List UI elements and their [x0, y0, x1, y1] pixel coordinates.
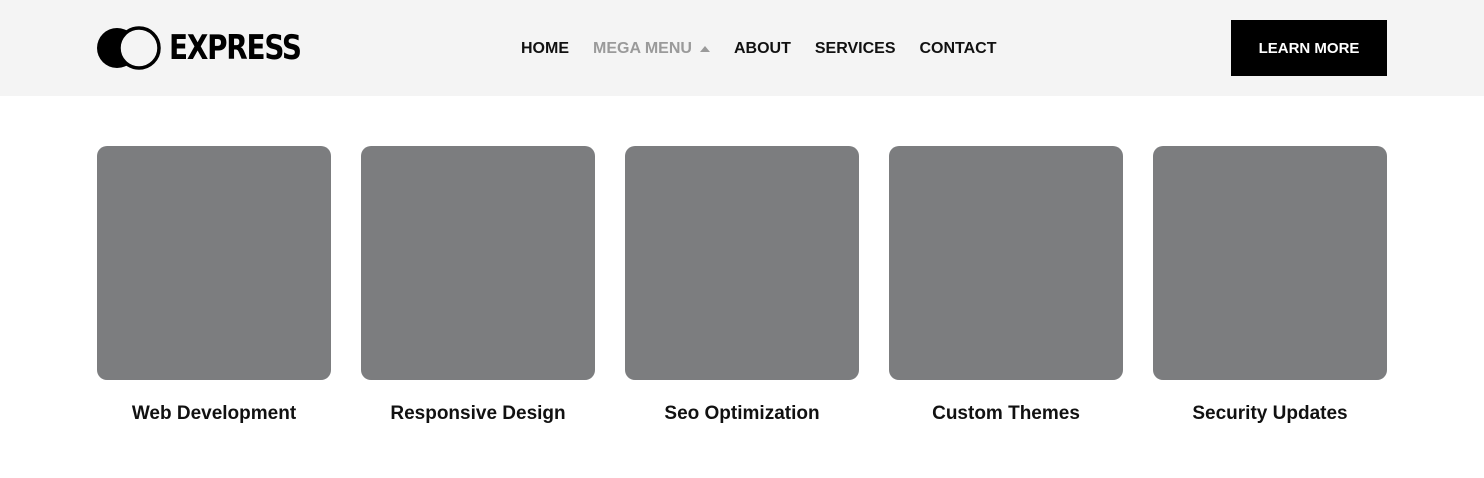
service-card-security-updates[interactable]: Security Updates	[1153, 146, 1387, 425]
services-grid: Web Development Responsive Design Seo Op…	[97, 146, 1387, 425]
nav-item-label: ABOUT	[733, 40, 791, 57]
nav-item-label: HOME	[521, 40, 569, 57]
card-image-placeholder	[889, 146, 1123, 380]
card-title: Web Development	[131, 403, 297, 424]
main-nav: HOME MEGA MENU ABOUT SERVICES CONTACT	[521, 38, 997, 60]
card-image-placeholder	[97, 146, 331, 380]
twin-circles-logo-icon	[97, 26, 161, 70]
service-card-responsive-design[interactable]: Responsive Design	[361, 146, 595, 425]
learn-more-button[interactable]: LEARN MORE	[1231, 20, 1387, 76]
card-title: Custom Themes	[932, 403, 1080, 424]
card-title: Responsive Design	[390, 403, 566, 424]
nav-item-label: CONTACT	[919, 40, 997, 57]
nav-item-home[interactable]: HOME	[521, 40, 569, 58]
nav-item-services[interactable]: SERVICES	[815, 40, 896, 58]
card-image-placeholder	[1153, 146, 1387, 380]
service-card-web-development[interactable]: Web Development	[97, 146, 331, 425]
card-image-placeholder	[625, 146, 859, 380]
logo-text: EXPRESS	[169, 28, 302, 68]
nav-item-label: SERVICES	[814, 40, 896, 57]
card-title: Seo Optimization	[664, 403, 820, 424]
card-title: Security Updates	[1192, 403, 1348, 424]
nav-item-label: MEGA MENU	[593, 40, 692, 57]
card-image-placeholder	[361, 146, 595, 380]
nav-item-about[interactable]: ABOUT	[734, 40, 791, 58]
nav-item-contact[interactable]: CONTACT	[919, 40, 996, 58]
service-card-seo-optimization[interactable]: Seo Optimization	[625, 146, 859, 425]
service-card-custom-themes[interactable]: Custom Themes	[889, 146, 1123, 425]
site-header: EXPRESS HOME MEGA MENU ABOUT SERVICES CO…	[0, 0, 1484, 96]
nav-item-mega-menu[interactable]: MEGA MENU	[593, 40, 710, 58]
caret-up-icon	[699, 46, 710, 52]
logo-link[interactable]: EXPRESS	[97, 26, 330, 70]
